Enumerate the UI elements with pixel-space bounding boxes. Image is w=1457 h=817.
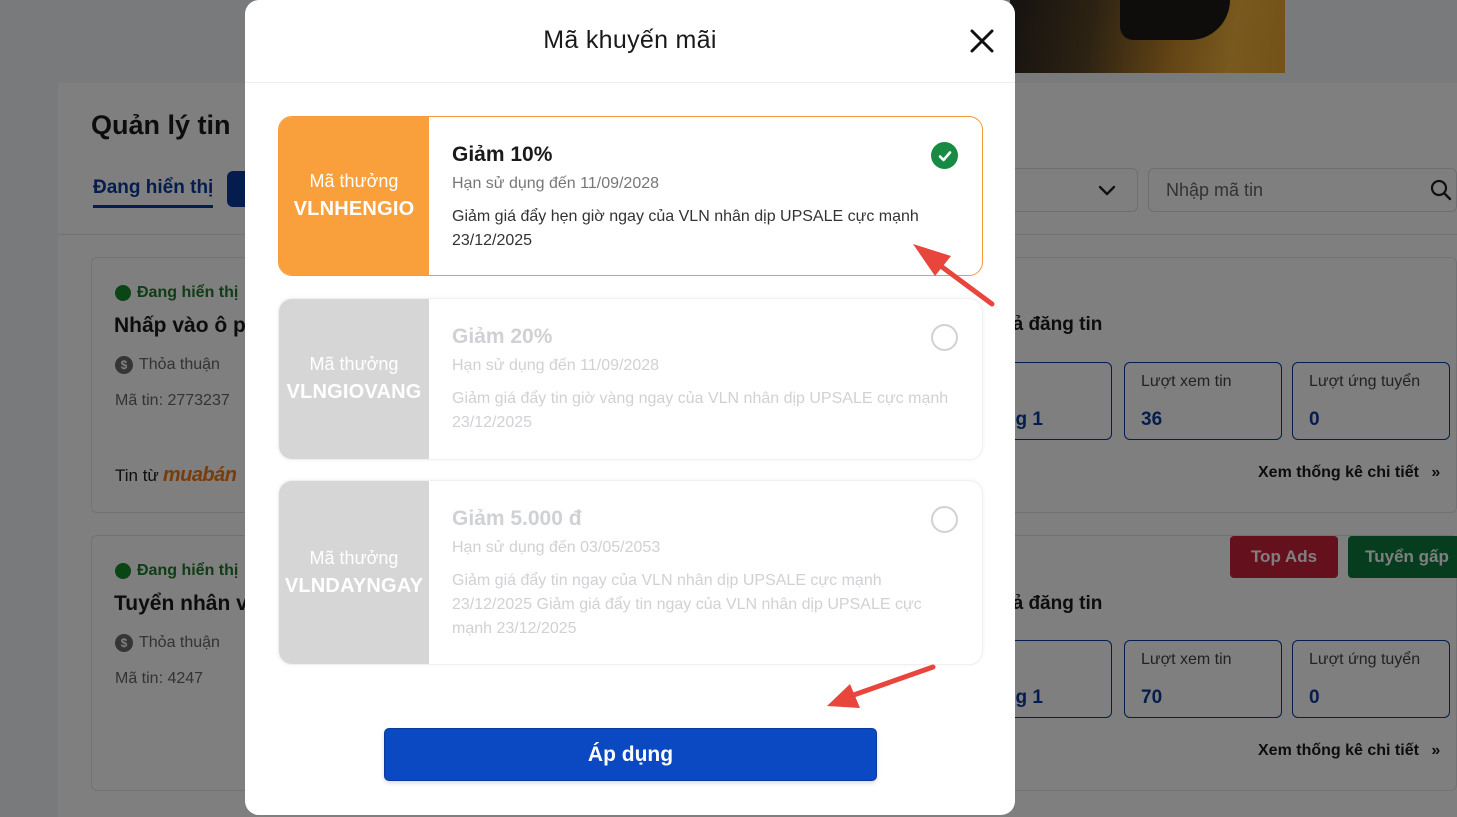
modal-title: Mã khuyến mãi [543, 26, 717, 54]
coupon-radio-selected[interactable] [931, 142, 958, 169]
modal-header: Mã khuyến mãi [245, 0, 1015, 83]
coupon-expiry: Hạn sử dụng đến 11/09/2028 [452, 175, 660, 192]
coupon-title: Giảm 10% [452, 143, 553, 166]
coupon-card[interactable]: Mã thưởng VLNDAYNGAY Giảm 5.000 đ Hạn sử… [278, 480, 983, 665]
coupon-code: VLNHENGIO [293, 198, 415, 220]
coupon-description: Giảm giá đẩy tin ngay của VLN nhân dịp U… [452, 572, 922, 637]
coupon-code: VLNDAYNGAY [284, 574, 424, 597]
coupon-perforation [425, 481, 433, 664]
coupon-kind: Mã thưởng [309, 354, 399, 374]
coupon-expiry: Hạn sử dụng đến 11/09/2028 [452, 357, 660, 374]
coupon-stub: Mã thưởng VLNGIOVANG [279, 299, 429, 459]
coupon-stub: Mã thưởng VLNHENGIO [279, 117, 429, 275]
coupon-radio[interactable] [931, 506, 958, 533]
coupon-stub: Mã thưởng VLNDAYNGAY [279, 481, 429, 664]
coupon-radio[interactable] [931, 324, 958, 351]
coupon-description: Giảm giá đẩy hẹn giờ ngay của VLN nhân d… [452, 208, 919, 249]
coupon-card[interactable]: Mã thưởng VLNHENGIO Giảm 10% Hạn sử dụng… [278, 116, 983, 276]
coupon-perforation [425, 299, 433, 459]
coupon-code: VLNGIOVANG [286, 381, 422, 403]
coupon-card[interactable]: Mã thưởng VLNGIOVANG Giảm 20% Hạn sử dụn… [278, 298, 983, 460]
apply-button[interactable]: Áp dụng [384, 728, 877, 781]
promo-code-modal: Mã khuyến mãi Mã thưởng VLNHENGIO Giảm 1… [245, 0, 1015, 815]
coupon-description: Giảm giá đẩy tin giờ vàng ngay của VLN n… [452, 390, 949, 431]
coupon-title: Giảm 20% [452, 325, 553, 348]
close-icon[interactable] [967, 26, 997, 56]
coupon-kind: Mã thưởng [309, 547, 399, 568]
coupon-expiry: Hạn sử dụng đến 03/05/2053 [452, 539, 661, 556]
coupon-kind: Mã thưởng [309, 171, 399, 191]
check-icon [938, 150, 951, 161]
coupon-perforation [425, 117, 433, 275]
coupon-title: Giảm 5.000 đ [452, 507, 582, 530]
